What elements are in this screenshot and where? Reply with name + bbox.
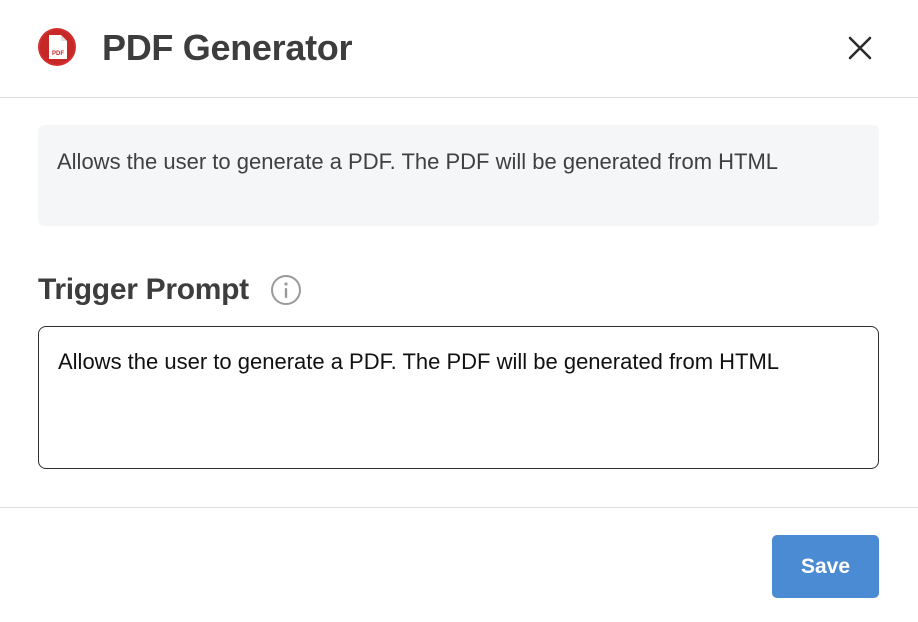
trigger-prompt-input[interactable]: Allows the user to generate a PDF. The P… — [38, 326, 879, 469]
pdf-document-icon: PDF — [38, 28, 76, 66]
pdf-icon-label: PDF — [52, 51, 64, 57]
save-button[interactable]: Save — [772, 535, 879, 598]
trigger-prompt-label: Trigger Prompt — [38, 273, 249, 306]
info-icon[interactable] — [270, 274, 302, 306]
close-icon[interactable] — [842, 30, 878, 66]
description-box: Allows the user to generate a PDF. The P… — [38, 125, 879, 226]
dialog-title: PDF Generator — [102, 27, 353, 68]
dialog-footer: Save — [0, 507, 918, 622]
pdf-generator-dialog: PDF PDF Generator Allows the user to gen… — [0, 0, 918, 622]
dialog-header: PDF PDF Generator — [0, 0, 918, 98]
